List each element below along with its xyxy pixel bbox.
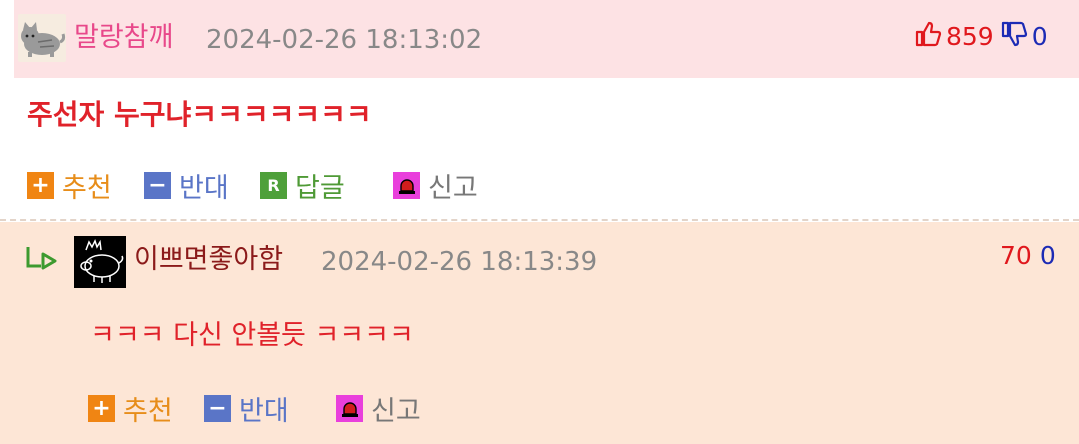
reply-vote-counts: 70 0 <box>1000 240 1056 272</box>
thumbs-up-icon[interactable] <box>914 20 942 52</box>
pig-avatar-icon[interactable] <box>74 236 126 288</box>
upvote-count: 859 <box>946 21 994 51</box>
reply-author[interactable]: 이쁘면좋아함 <box>134 244 283 276</box>
reply-button[interactable]: R 답글 <box>260 166 345 205</box>
minus-icon: − <box>144 172 171 199</box>
reply-label: 답글 <box>295 173 345 204</box>
comment-timestamp: 2024-02-26 18:13:02 <box>206 25 483 55</box>
siren-icon <box>393 172 420 199</box>
reply-oppose-button[interactable]: − 반대 <box>204 389 289 428</box>
oppose-label: 반대 <box>179 173 229 204</box>
reply-text: ㅋㅋㅋ 다신 안볼듯 ㅋㅋㅋㅋ <box>90 320 414 351</box>
downvote-count: 0 <box>1031 21 1048 51</box>
recommend-label: 추천 <box>123 396 173 427</box>
plus-icon: + <box>27 172 54 199</box>
comment-text: 주선자 누구냐ㅋㅋㅋㅋㅋㅋㅋ <box>27 98 372 131</box>
oppose-label: 반대 <box>239 396 289 427</box>
reply-arrow-icon <box>26 245 60 271</box>
reply-recommend-button[interactable]: + 추천 <box>88 389 173 428</box>
reply-report-button[interactable]: 신고 <box>336 389 421 428</box>
reply-icon: R <box>260 172 287 199</box>
reply-downvote-count: 0 <box>1039 241 1056 270</box>
plus-icon: + <box>88 395 115 422</box>
report-label: 신고 <box>428 173 478 204</box>
cat-avatar-icon[interactable] <box>18 14 66 62</box>
minus-icon: − <box>204 395 231 422</box>
vote-counts: 859 0 <box>914 20 1048 52</box>
comment-author[interactable]: 말랑참깨 <box>74 22 173 54</box>
recommend-label: 추천 <box>62 173 112 204</box>
report-label: 신고 <box>371 396 421 427</box>
oppose-button[interactable]: − 반대 <box>144 166 229 205</box>
reply-timestamp: 2024-02-26 18:13:39 <box>321 247 598 277</box>
report-button[interactable]: 신고 <box>393 166 478 205</box>
thumbs-down-icon[interactable] <box>1000 20 1028 52</box>
reply-upvote-count: 70 <box>1000 241 1032 270</box>
siren-icon <box>336 395 363 422</box>
recommend-button[interactable]: + 추천 <box>27 166 112 205</box>
